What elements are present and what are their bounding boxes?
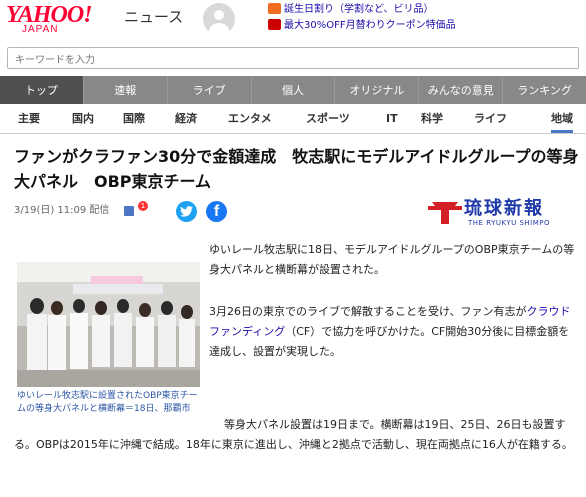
comment-icon bbox=[124, 206, 134, 216]
facebook-icon: f bbox=[213, 202, 220, 220]
gift-icon bbox=[268, 3, 281, 14]
cat-domestic[interactable]: 国内 bbox=[72, 104, 94, 133]
category-nav: 主要 国内 国際 経済 エンタメ スポーツ IT 科学 ライフ 地域 bbox=[0, 104, 586, 134]
cat-sports[interactable]: スポーツ bbox=[306, 104, 350, 133]
gnav-ranking[interactable]: ランキング bbox=[502, 76, 586, 104]
coupon-icon bbox=[268, 19, 281, 30]
cat-life[interactable]: ライフ bbox=[474, 104, 507, 133]
cat-local[interactable]: 地域 bbox=[551, 104, 573, 133]
cat-main[interactable]: 主要 bbox=[18, 104, 40, 133]
cat-entertainment[interactable]: エンタメ bbox=[228, 104, 272, 133]
gnav-original[interactable]: オリジナル bbox=[334, 76, 418, 104]
cat-it[interactable]: IT bbox=[386, 104, 398, 133]
article-paragraph-3: 等身大パネル設置は19日まで。横断幕は19日、25日、26日も設置する。OBPは… bbox=[14, 418, 573, 451]
publisher-logo[interactable]: 琉球新報 THE RYUKYU SHIMPO bbox=[428, 199, 576, 228]
comment-count: 1 bbox=[138, 201, 148, 211]
promo-text-2[interactable]: 最大30%OFF月替わりクーポン特価品 bbox=[284, 20, 456, 31]
gnav-breaking[interactable]: 速報 bbox=[82, 76, 167, 104]
yahoo-japan-logo[interactable]: YAHOO! JAPAN bbox=[6, 3, 124, 35]
gnav-personal[interactable]: 個人 bbox=[250, 76, 335, 104]
search-bar bbox=[0, 40, 586, 76]
photo-caption: ゆいレール牧志駅に設置されたOBP東京チームの等身大パネルと横断幕＝18日、那覇… bbox=[17, 391, 198, 414]
gnav-opinion[interactable]: みんなの意見 bbox=[418, 76, 502, 104]
avatar-body bbox=[209, 23, 229, 35]
site-header: YAHOO! JAPAN ニュース 誕生日割り（学割など、ビリ品） 最大30%O… bbox=[0, 0, 586, 40]
article-paragraph-1: ゆいレール牧志駅に18日、モデルアイドルグループのOBP東京チームの等身大パネル… bbox=[209, 243, 575, 276]
gnav-live[interactable]: ライブ bbox=[166, 76, 251, 104]
global-nav: トップ 速報 ライブ 個人 オリジナル みんなの意見 ランキング bbox=[0, 76, 586, 104]
ryukyu-shimpo-emblem-icon bbox=[428, 202, 462, 224]
comment-link[interactable]: 1 bbox=[124, 201, 148, 219]
twitter-icon bbox=[180, 206, 193, 217]
promo-text-1[interactable]: 誕生日割り（学割など、ビリ品） bbox=[284, 4, 434, 15]
photo-image bbox=[17, 262, 200, 387]
publisher-name-jp: 琉球新報 bbox=[464, 198, 544, 219]
cat-international[interactable]: 国際 bbox=[123, 104, 145, 133]
cat-economy[interactable]: 経済 bbox=[175, 104, 197, 133]
cat-science[interactable]: 科学 bbox=[421, 104, 443, 133]
twitter-share-button[interactable] bbox=[176, 201, 197, 222]
article-photo[interactable] bbox=[17, 237, 200, 387]
logo-sub: JAPAN bbox=[22, 24, 59, 35]
promo-link-1[interactable]: 誕生日割り（学割など、ビリ品） bbox=[268, 2, 586, 17]
article-title: ファンがクラファン30分で金額達成 牧志駅にモデルアイドルグループの等身大パネル… bbox=[14, 147, 579, 191]
paragraph-2-text-a: 3月26日の東京でのライブで解散することを受け、ファン有志が bbox=[209, 305, 527, 318]
photo-scene bbox=[17, 262, 200, 387]
service-name[interactable]: ニュース bbox=[124, 8, 183, 26]
avatar[interactable] bbox=[203, 3, 235, 35]
article-paragraph-2: 3月26日の東京でのライブで解散することを受け、ファン有志がクラウドファンディン… bbox=[209, 302, 575, 362]
facebook-share-button[interactable]: f bbox=[206, 201, 227, 222]
article-datetime: 3/19(日) 11:09 配信 bbox=[14, 205, 110, 216]
avatar-head bbox=[214, 10, 224, 20]
publisher-name-en: THE RYUKYU SHIMPO bbox=[468, 219, 551, 227]
gnav-top[interactable]: トップ bbox=[0, 76, 83, 104]
promo-link-2[interactable]: 最大30%OFF月替わりクーポン特価品 bbox=[268, 18, 586, 33]
search-input[interactable] bbox=[8, 50, 578, 71]
search-box bbox=[7, 47, 579, 71]
